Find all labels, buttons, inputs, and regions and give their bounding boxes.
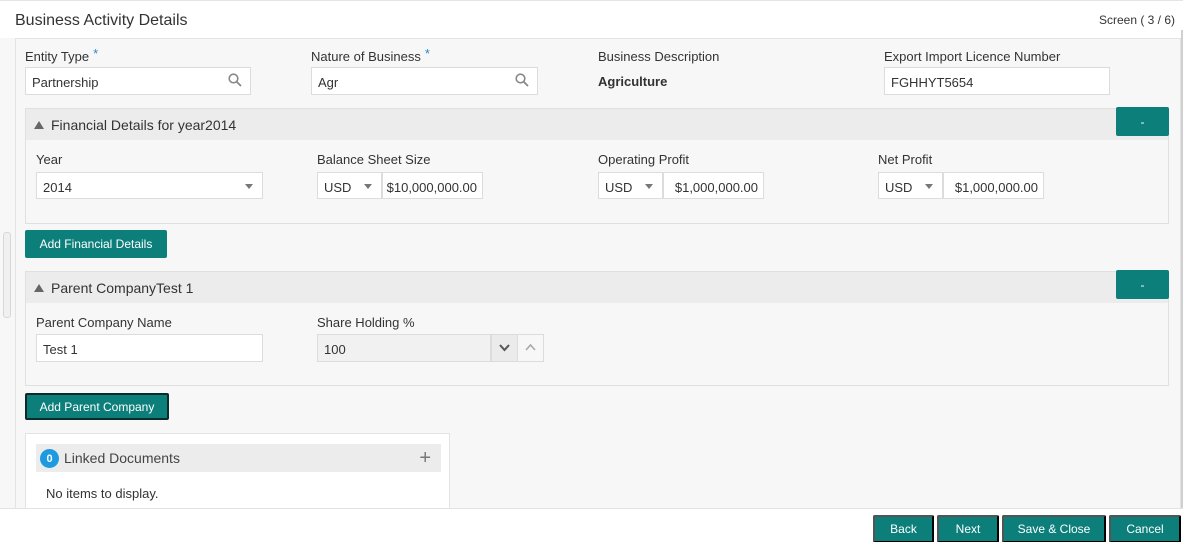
save-and-close-button[interactable]: Save & Close — [1002, 515, 1106, 542]
financial-panel-header[interactable]: Financial Details for year2014 — [26, 109, 1168, 140]
side-drawer-handle[interactable] — [3, 232, 11, 318]
business-description-label: Business Description — [598, 49, 720, 64]
add-financial-details-button[interactable]: Add Financial Details — [25, 230, 167, 258]
entity-type-label-text: Entity Type — [25, 49, 90, 64]
chevron-down-icon — [245, 184, 253, 189]
balance-sheet-currency-select[interactable]: USD — [317, 172, 382, 199]
chevron-down-icon — [925, 184, 933, 189]
chevron-down-icon — [499, 344, 510, 352]
collapse-triangle-icon[interactable] — [34, 284, 44, 292]
linked-documents-header: 0 Linked Documents + — [36, 444, 441, 472]
currency-value: USD — [605, 180, 633, 195]
required-marker: * — [424, 46, 430, 61]
linked-documents-card: 0 Linked Documents + No items to display… — [25, 433, 450, 513]
export-import-licence-value: FGHHYT5654 — [891, 75, 974, 90]
linked-documents-empty-message: No items to display. — [46, 486, 159, 501]
parent-collapse-button[interactable]: - — [1116, 270, 1169, 299]
page-title: Business Activity Details — [15, 12, 188, 29]
net-profit-label: Net Profit — [878, 152, 933, 167]
entity-type-label: Entity Type * — [25, 46, 99, 64]
search-icon[interactable] — [228, 73, 242, 87]
balance-sheet-label: Balance Sheet Size — [317, 152, 431, 167]
parent-company-name-input[interactable]: Test 1 — [36, 334, 263, 362]
linked-documents-title: Linked Documents — [64, 450, 180, 466]
nature-of-business-value: Agr — [318, 75, 339, 90]
currency-value: USD — [324, 180, 352, 195]
operating-profit-amount-input[interactable]: $1,000,000.00 — [663, 172, 764, 199]
parent-panel-title: Parent CompanyTest 1 — [51, 280, 194, 296]
share-holding-decrement[interactable] — [491, 334, 518, 362]
operating-profit-label: Operating Profit — [598, 152, 690, 167]
business-description-value: Agriculture — [598, 74, 668, 89]
financial-details-panel: Financial Details for year2014 — [25, 108, 1169, 224]
financial-panel-title: Financial Details for year2014 — [51, 117, 237, 133]
collapse-triangle-icon[interactable] — [34, 121, 44, 129]
required-marker: * — [93, 46, 99, 61]
chevron-down-icon — [645, 184, 653, 189]
parent-company-name-label: Parent Company Name — [36, 315, 172, 330]
linked-documents-count-badge: 0 — [40, 449, 59, 468]
nature-of-business-label: Nature of Business * — [311, 46, 430, 64]
export-import-licence-input[interactable]: FGHHYT5654 — [884, 67, 1110, 95]
net-profit-amount-input[interactable]: $1,000,000.00 — [943, 172, 1044, 199]
export-import-licence-label: Export Import Licence Number — [884, 49, 1061, 64]
next-button[interactable]: Next — [937, 515, 999, 542]
screen-indicator: Screen ( 3 / 6) — [1098, 13, 1175, 27]
chevron-up-icon — [525, 343, 536, 351]
year-value: 2014 — [43, 180, 72, 195]
share-holding-label: Share Holding % — [317, 315, 415, 330]
operating-profit-currency-select[interactable]: USD — [598, 172, 663, 199]
year-label: Year — [36, 152, 63, 167]
add-parent-company-button[interactable]: Add Parent Company — [25, 393, 169, 420]
nature-of-business-input[interactable]: Agr — [311, 67, 538, 95]
cancel-button[interactable]: Cancel — [1109, 515, 1181, 542]
footer-bar: Back Next Save & Close Cancel — [0, 508, 1183, 542]
back-button[interactable]: Back — [873, 515, 934, 542]
balance-sheet-amount-input[interactable]: $10,000,000.00 — [382, 172, 483, 199]
search-icon[interactable] — [515, 73, 529, 87]
year-select[interactable]: 2014 — [36, 172, 263, 199]
parent-panel-header[interactable]: Parent CompanyTest 1 — [26, 272, 1168, 303]
nature-of-business-label-text: Nature of Business — [311, 49, 421, 64]
net-profit-currency-select[interactable]: USD — [878, 172, 943, 199]
header-bar: Business Activity Details Screen ( 3 / 6… — [0, 0, 1183, 38]
parent-company-panel: Parent CompanyTest 1 — [25, 271, 1169, 386]
share-holding-value: 100 — [324, 342, 346, 357]
share-holding-input[interactable]: 100 — [317, 334, 491, 362]
entity-type-value: Partnership — [32, 75, 99, 90]
share-holding-increment[interactable] — [517, 334, 544, 362]
entity-type-input[interactable]: Partnership — [25, 67, 251, 95]
financial-collapse-button[interactable]: - — [1116, 107, 1169, 136]
plus-icon[interactable]: + — [419, 447, 431, 470]
currency-value: USD — [885, 180, 913, 195]
parent-company-name-value: Test 1 — [43, 342, 78, 357]
chevron-down-icon — [364, 184, 372, 189]
